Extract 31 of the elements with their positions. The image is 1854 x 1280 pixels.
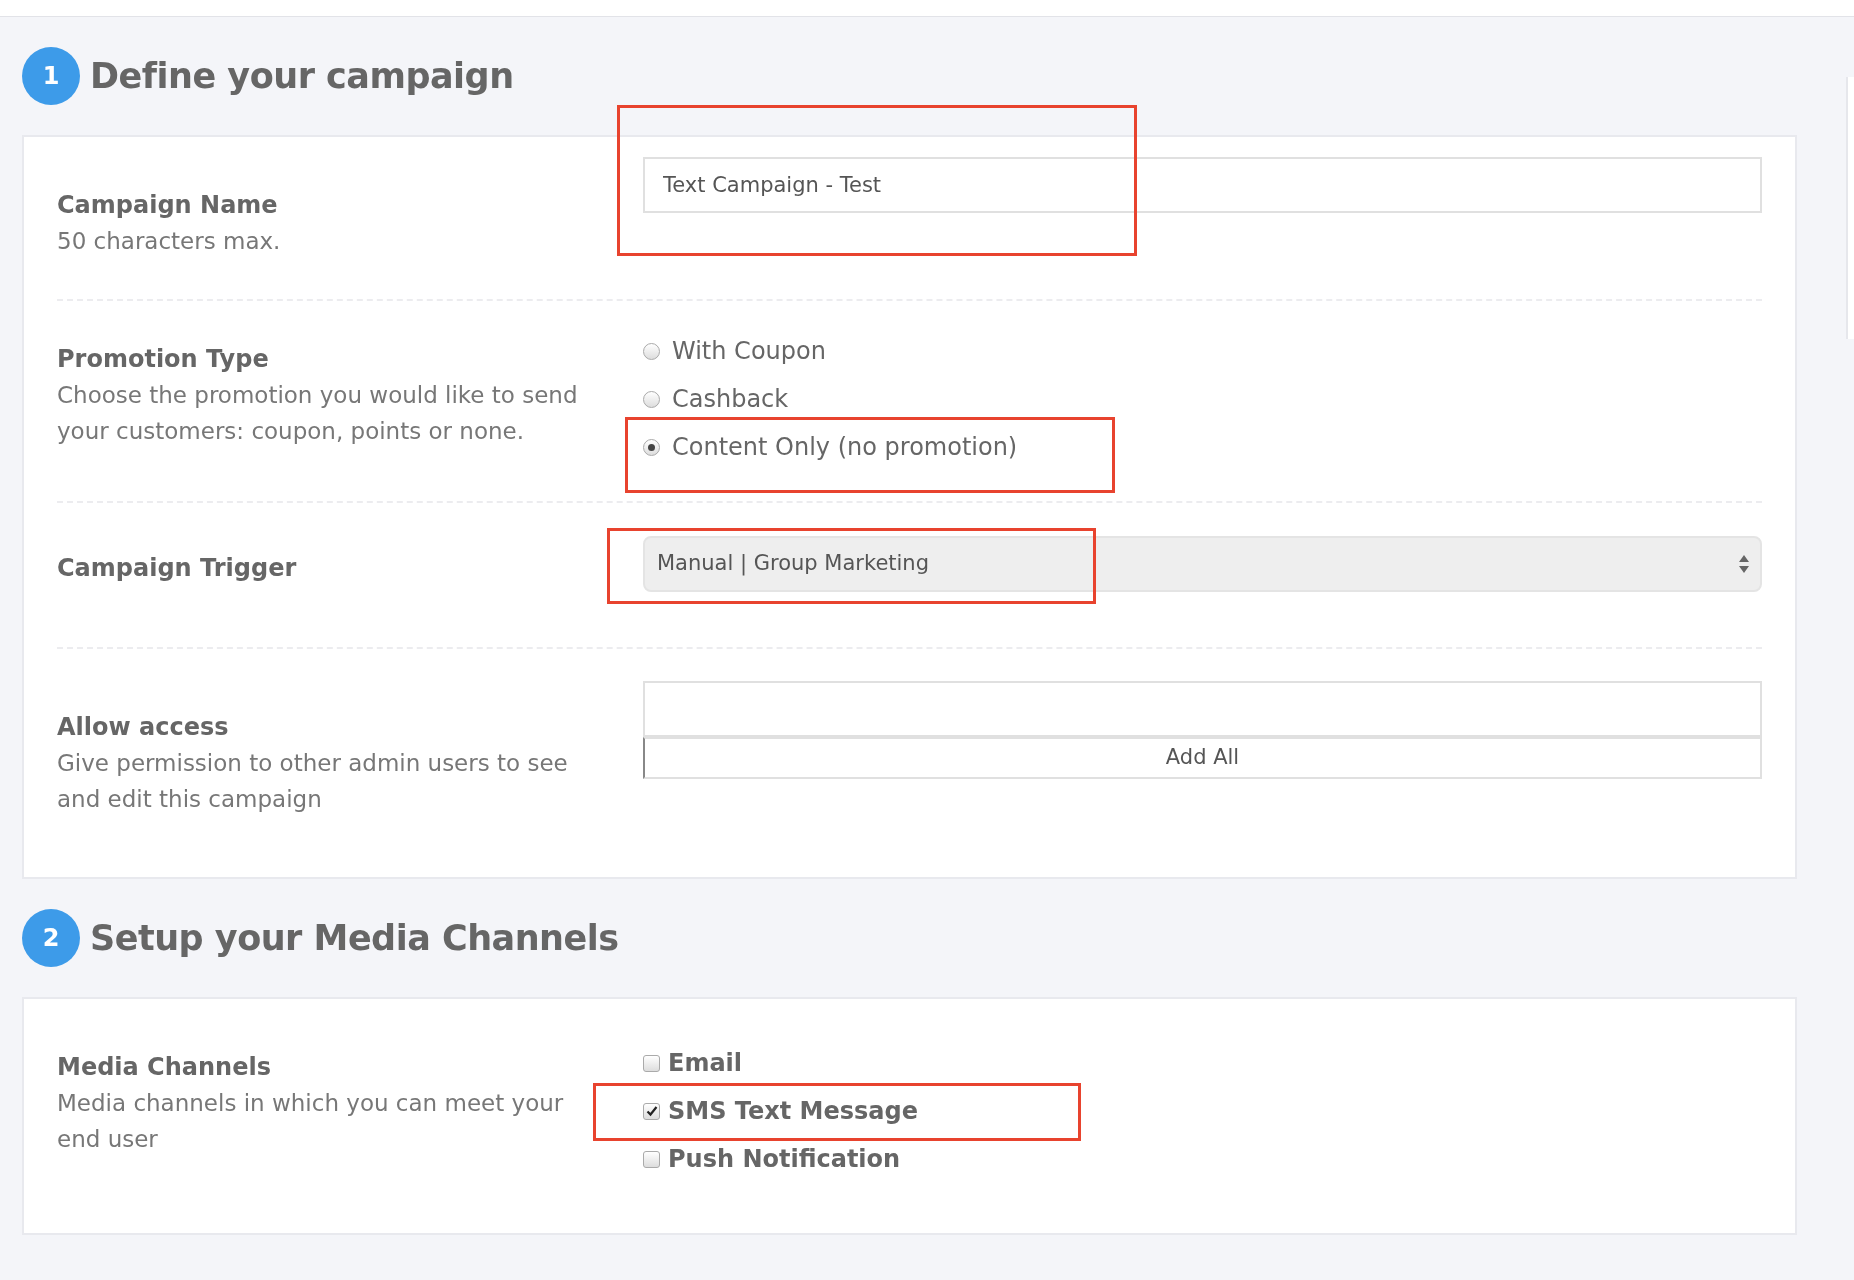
add-all-button[interactable]: Add All — [643, 737, 1762, 779]
option-label[interactable]: Cashback — [672, 381, 789, 417]
sort-arrows-icon — [1738, 554, 1750, 574]
checkbox[interactable] — [643, 1102, 660, 1120]
section-title: Setup your Media Channels — [90, 916, 619, 960]
field-label: Campaign Name — [57, 190, 279, 221]
option-label[interactable]: SMS Text Message — [668, 1093, 918, 1129]
section-title: Define your campaign — [90, 54, 514, 98]
help-text: Give permission to other admin users to see and edit this campaign — [57, 749, 569, 814]
field-label: Campaign Trigger — [57, 553, 298, 584]
step-number: 2 — [22, 909, 80, 967]
dropdown[interactable]: Manual | Group Marketing — [643, 536, 1762, 592]
text-input[interactable]: Text Campaign - Test — [643, 157, 1762, 213]
field-label: Promotion Type — [57, 344, 270, 375]
option-label[interactable]: Email — [668, 1045, 743, 1081]
step-number: 1 — [22, 47, 80, 105]
option-label[interactable]: Content Only (no promotion) — [672, 429, 1018, 465]
dropdown-value: Manual | Group Marketing — [657, 550, 929, 578]
help-text: 50 characters max. — [57, 227, 282, 256]
help-text: Media channels in which you can meet your end user — [57, 1089, 565, 1154]
radio-button[interactable] — [643, 390, 660, 408]
help-text: Choose the promotion you would like to send your customers: coupon, points or none. — [57, 381, 579, 446]
option-label[interactable]: Push Notification — [668, 1141, 901, 1177]
radio-button[interactable] — [643, 342, 660, 360]
field-label: Allow access — [57, 712, 230, 743]
checkbox[interactable] — [643, 1054, 660, 1072]
radio-button[interactable] — [643, 438, 660, 456]
field-label: Media Channels — [57, 1052, 272, 1083]
option-label[interactable]: With Coupon — [672, 333, 826, 369]
checkbox[interactable] — [643, 1150, 660, 1168]
user-input[interactable] — [643, 681, 1762, 737]
